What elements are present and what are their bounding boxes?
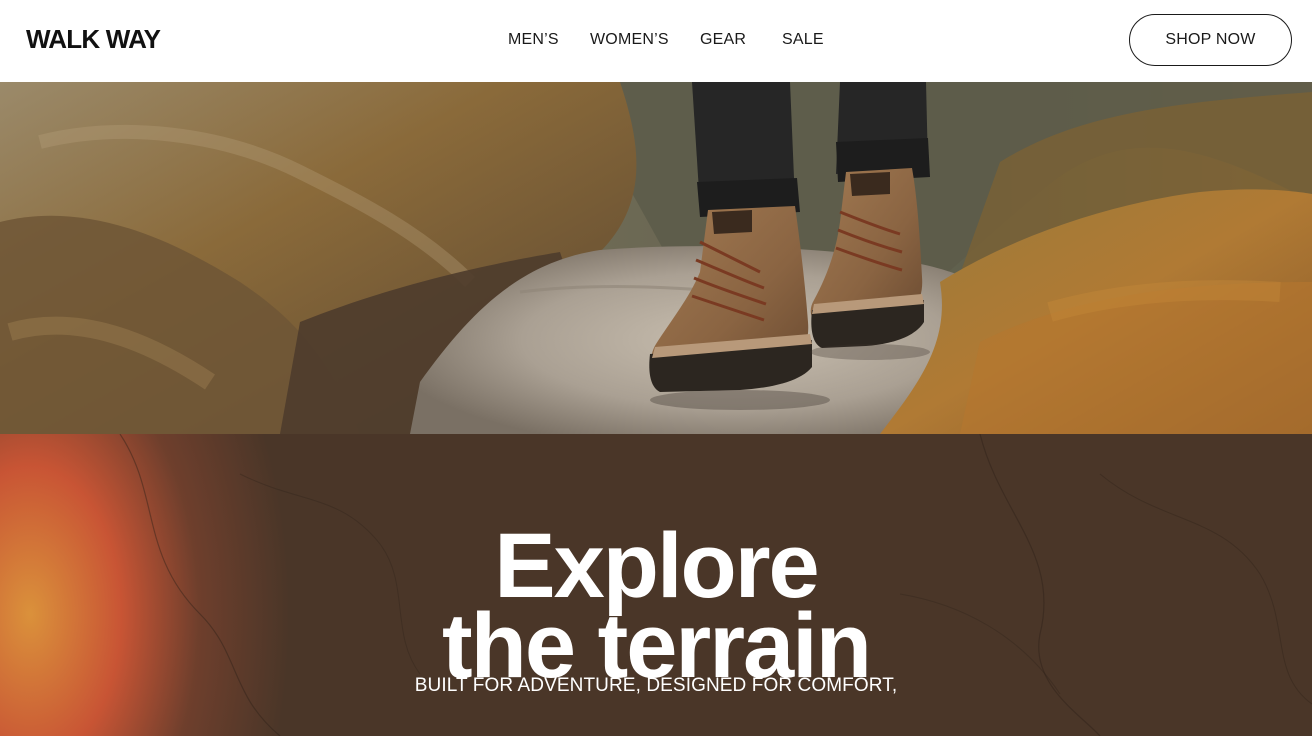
hero-image — [0, 82, 1312, 434]
shop-now-button[interactable]: SHOP NOW — [1129, 14, 1292, 66]
nav-item-womens[interactable]: WOMEN’S — [590, 30, 669, 50]
brand-logo[interactable]: WALK WAY — [26, 24, 161, 54]
nav-item-gear[interactable]: GEAR — [700, 30, 746, 50]
hero-headline: Explore the terrain — [0, 514, 1312, 692]
nav-item-sale[interactable]: SALE — [782, 30, 824, 50]
headline-line-1: Explore — [494, 514, 819, 617]
hero-tagline: BUILT FOR ADVENTURE, DESIGNED FOR COMFOR… — [414, 675, 898, 696]
nav-item-mens[interactable]: MEN’S — [508, 30, 559, 50]
hero-illustration — [0, 82, 1312, 434]
site-header: WALK WAY MEN’S WOMEN’S GEAR SALE SHOP NO… — [0, 0, 1312, 82]
main-nav: MEN’S WOMEN’S GEAR SALE — [0, 0, 1312, 82]
hero-banner: Explore the terrain BUILT FOR ADVENTURE,… — [0, 434, 1312, 736]
